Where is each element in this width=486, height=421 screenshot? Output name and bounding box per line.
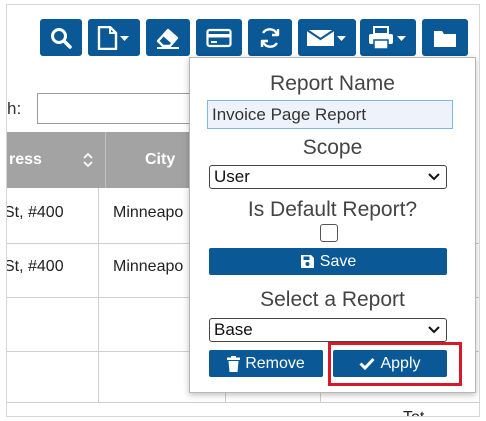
- table-header: ress City: [7, 132, 197, 188]
- refresh-icon: [260, 27, 280, 48]
- apply-highlight-box: [328, 342, 462, 386]
- search-button[interactable]: [40, 19, 82, 56]
- is-default-label: Is Default Report?: [247, 198, 418, 221]
- total-label: Tot: [403, 409, 424, 416]
- card-button[interactable]: [196, 19, 242, 56]
- report-select[interactable]: Base: [209, 318, 447, 342]
- column-header-address[interactable]: ress: [9, 132, 42, 188]
- save-label: Save: [319, 252, 357, 270]
- report-name-label: Report Name: [270, 72, 395, 95]
- clear-button[interactable]: [146, 19, 190, 56]
- folder-icon: [434, 30, 456, 47]
- row-divider: [7, 402, 479, 403]
- new-file-dropdown-icon: [97, 25, 129, 50]
- search-input[interactable]: [37, 93, 197, 124]
- report-settings-popup: Report Name Invoice Page Report Scope Us…: [189, 57, 476, 393]
- select-report-label: Select a Report: [260, 288, 405, 311]
- trash-icon: [227, 355, 241, 372]
- is-default-checkbox[interactable]: [320, 224, 338, 242]
- refresh-button[interactable]: [248, 19, 292, 56]
- row-city-cell: Minneapo: [113, 258, 184, 275]
- column-divider: [98, 188, 99, 402]
- scope-selected-value: User: [214, 167, 250, 186]
- card-icon: [206, 28, 232, 47]
- report-name-input[interactable]: Invoice Page Report: [207, 100, 453, 129]
- chevron-down-icon: [428, 326, 440, 334]
- print-dropdown-icon: [369, 25, 406, 50]
- row-address-cell: St, #400: [6, 258, 64, 275]
- sort-icon[interactable]: [83, 152, 93, 168]
- scope-select[interactable]: User: [209, 165, 447, 189]
- header-divider: [105, 132, 106, 188]
- remove-button[interactable]: Remove: [209, 350, 323, 377]
- print-dropdown-button[interactable]: [360, 19, 416, 56]
- search-label: h:: [7, 99, 22, 118]
- scope-label: Scope: [302, 136, 363, 159]
- row-city-cell: Minneapo: [113, 204, 184, 221]
- email-dropdown-button[interactable]: [298, 19, 356, 56]
- folder-button[interactable]: [422, 19, 468, 56]
- app-window: h: ress City St, #400 Minneapo St, #400 …: [6, 4, 480, 417]
- row-address-cell: St, #400: [6, 204, 64, 221]
- eraser-icon: [156, 28, 179, 49]
- save-button[interactable]: Save: [209, 248, 447, 275]
- new-file-dropdown-button[interactable]: [88, 19, 140, 56]
- save-icon: [300, 255, 314, 268]
- chevron-down-icon: [428, 173, 440, 181]
- report-selected-value: Base: [214, 320, 253, 339]
- remove-label: Remove: [245, 354, 305, 372]
- email-dropdown-icon: [306, 28, 346, 46]
- column-header-city[interactable]: City: [145, 132, 175, 188]
- search-icon: [51, 27, 72, 49]
